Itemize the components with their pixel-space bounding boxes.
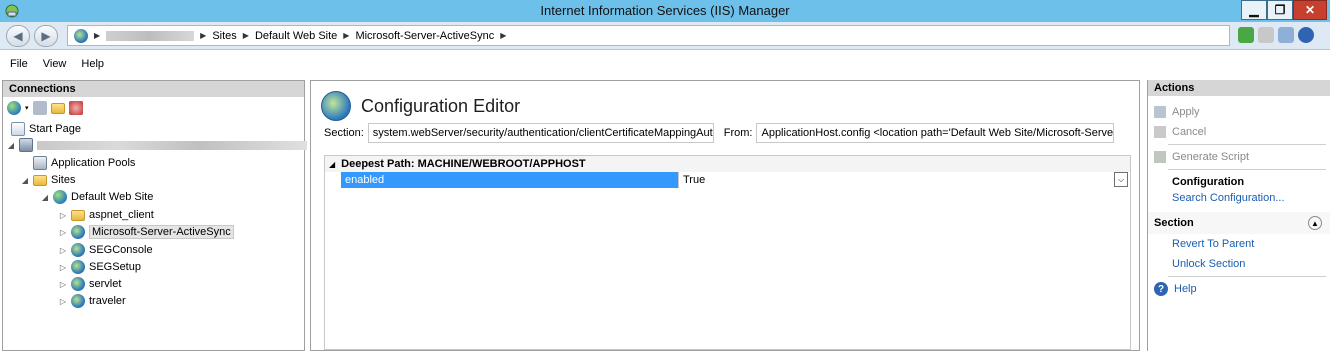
tree-item-server[interactable]: ◢	[7, 137, 307, 153]
expand-arrow-icon[interactable]: ▷	[59, 228, 67, 237]
minimize-button[interactable]: ▁	[1241, 0, 1267, 20]
menu-view[interactable]: View	[43, 58, 67, 70]
breadcrumb-item-activesync[interactable]: Microsoft-Server-ActiveSync	[355, 30, 494, 42]
tree-item-segsetup[interactable]: ▷ SEGSetup	[59, 259, 141, 275]
back-arrow-icon: ◀	[13, 29, 23, 43]
revert-to-parent-link[interactable]: Revert To Parent	[1148, 234, 1330, 254]
property-grid: ◢ Deepest Path: MACHINE/WEBROOT/APPHOST …	[324, 155, 1131, 350]
breadcrumb-item-sites[interactable]: Sites	[212, 30, 236, 42]
collapse-arrow-icon[interactable]: ◢	[21, 176, 29, 185]
help-icon: ?	[1154, 282, 1168, 296]
expand-arrow-icon[interactable]: ▷	[59, 263, 67, 272]
connections-toolbar: ▾	[3, 97, 304, 119]
property-value[interactable]: True	[678, 172, 1130, 188]
stop-icon[interactable]	[1258, 27, 1274, 43]
tree-item-segconsole[interactable]: ▷ SEGConsole	[59, 242, 153, 258]
title-bar: Internet Information Services (IIS) Mana…	[0, 0, 1330, 22]
save-icon[interactable]	[32, 101, 47, 115]
from-dropdown[interactable]: ApplicationHost.config <location path='D…	[756, 123, 1115, 143]
connections-header: Connections	[3, 81, 304, 97]
cancel-action[interactable]: Cancel	[1148, 122, 1330, 142]
actions-header: Actions	[1148, 80, 1330, 96]
generate-script-action[interactable]: Generate Script	[1148, 147, 1330, 167]
breadcrumb[interactable]: ▶ ▶ Sites ▶ Default Web Site ▶ Microsoft…	[67, 25, 1230, 46]
configuration-editor-icon	[321, 91, 351, 121]
section-dropdown[interactable]: system.webServer/security/authentication…	[367, 123, 714, 143]
expand-arrow-icon[interactable]: ▷	[59, 280, 67, 289]
window-title: Internet Information Services (IIS) Mana…	[540, 3, 790, 18]
expand-arrow-icon[interactable]: ▷	[59, 246, 67, 255]
computer-icon	[74, 28, 88, 43]
section-selector-row: Section: system.webServer/security/authe…	[324, 123, 1115, 143]
refresh-icon[interactable]	[1238, 27, 1254, 43]
editor-header: Configuration Editor	[321, 91, 520, 121]
cancel-icon	[1154, 126, 1166, 138]
section-value: system.webServer/security/authentication…	[372, 127, 714, 139]
sites-folder-icon	[33, 174, 47, 186]
forward-button[interactable]: ▶	[34, 25, 58, 47]
chevron-down-icon: ⌵	[1117, 174, 1125, 184]
expand-arrow-icon[interactable]: ▷	[59, 297, 67, 306]
value-dropdown-button[interactable]: ⌵	[1114, 172, 1128, 187]
search-configuration-link[interactable]: Search Configuration...	[1148, 188, 1330, 208]
home-icon[interactable]	[1278, 27, 1294, 43]
breadcrumb-item-default-web-site[interactable]: Default Web Site	[255, 30, 337, 42]
back-button[interactable]: ◀	[6, 25, 30, 47]
from-label: From:	[723, 127, 753, 139]
collapse-icon[interactable]: ▲	[1308, 216, 1322, 230]
tree-item-sites[interactable]: ◢ Sites	[21, 172, 76, 188]
tree-item-application-pools[interactable]: Application Pools	[33, 155, 135, 171]
forward-arrow-icon: ▶	[41, 29, 51, 43]
tree-item-start-page[interactable]: Start Page	[11, 121, 81, 137]
address-bar: ◀ ▶ ▶ ▶ Sites ▶ Default Web Site ▶ Micro…	[0, 22, 1330, 50]
start-page-icon	[11, 122, 25, 136]
help-icon[interactable]	[1298, 27, 1314, 43]
tree-item-traveler[interactable]: ▷ traveler	[59, 293, 126, 309]
actions-pane: Actions Apply Cancel Generate Script Con…	[1147, 80, 1330, 351]
page-title: Configuration Editor	[361, 95, 521, 116]
application-icon	[71, 225, 85, 239]
help-link[interactable]: ? Help	[1148, 279, 1330, 299]
apply-action[interactable]: Apply	[1148, 102, 1330, 122]
server-name-redacted	[106, 30, 195, 41]
section-label: Section:	[324, 127, 364, 139]
connections-pane: Connections ▾ Start Page ◢ Application P…	[2, 80, 307, 351]
group-title: Deepest Path: MACHINE/WEBROOT/APPHOST	[341, 158, 586, 170]
folder-icon	[71, 209, 85, 221]
application-icon	[71, 294, 85, 308]
unlock-section-link[interactable]: Unlock Section	[1148, 254, 1330, 274]
apply-icon	[1154, 106, 1166, 118]
application-icon	[71, 260, 85, 274]
application-icon	[71, 243, 85, 257]
property-group[interactable]: ◢ Deepest Path: MACHINE/WEBROOT/APPHOST	[325, 156, 1130, 172]
disconnect-icon[interactable]	[68, 101, 83, 115]
connect-icon[interactable]	[7, 101, 21, 115]
configuration-editor-pane: Configuration Editor Section: system.web…	[310, 80, 1140, 351]
application-icon	[71, 277, 85, 291]
tree-item-aspnet-client[interactable]: ▷ aspnet_client	[59, 207, 154, 223]
expand-arrow-icon[interactable]: ▷	[59, 211, 67, 220]
table-row[interactable]: enabled True ⌵	[325, 172, 1130, 188]
from-value: ApplicationHost.config <location path='D…	[761, 127, 1115, 139]
application-pools-icon	[33, 156, 47, 170]
collapse-arrow-icon[interactable]: ◢	[7, 141, 15, 150]
tree-item-servlet[interactable]: ▷ servlet	[59, 276, 121, 292]
address-toolbar	[1238, 27, 1314, 43]
close-button[interactable]: ✕	[1293, 0, 1327, 20]
property-name[interactable]: enabled	[341, 172, 678, 188]
collapse-arrow-icon[interactable]: ◢	[41, 193, 49, 202]
menu-bar: File View Help	[0, 51, 1330, 77]
tree-item-default-web-site[interactable]: ◢ Default Web Site	[41, 189, 153, 205]
section-group-header[interactable]: Section ▲	[1148, 212, 1330, 234]
up-folder-icon[interactable]	[50, 102, 65, 114]
server-name-redacted	[37, 140, 307, 150]
tree-item-activesync[interactable]: ▷ Microsoft-Server-ActiveSync	[59, 224, 234, 240]
website-globe-icon	[53, 190, 67, 204]
maximize-button[interactable]: ❐	[1267, 0, 1293, 20]
server-icon	[19, 138, 33, 152]
menu-help[interactable]: Help	[81, 58, 104, 70]
script-icon	[1154, 151, 1166, 163]
collapse-arrow-icon[interactable]: ◢	[329, 160, 335, 169]
menu-file[interactable]: File	[10, 58, 28, 70]
